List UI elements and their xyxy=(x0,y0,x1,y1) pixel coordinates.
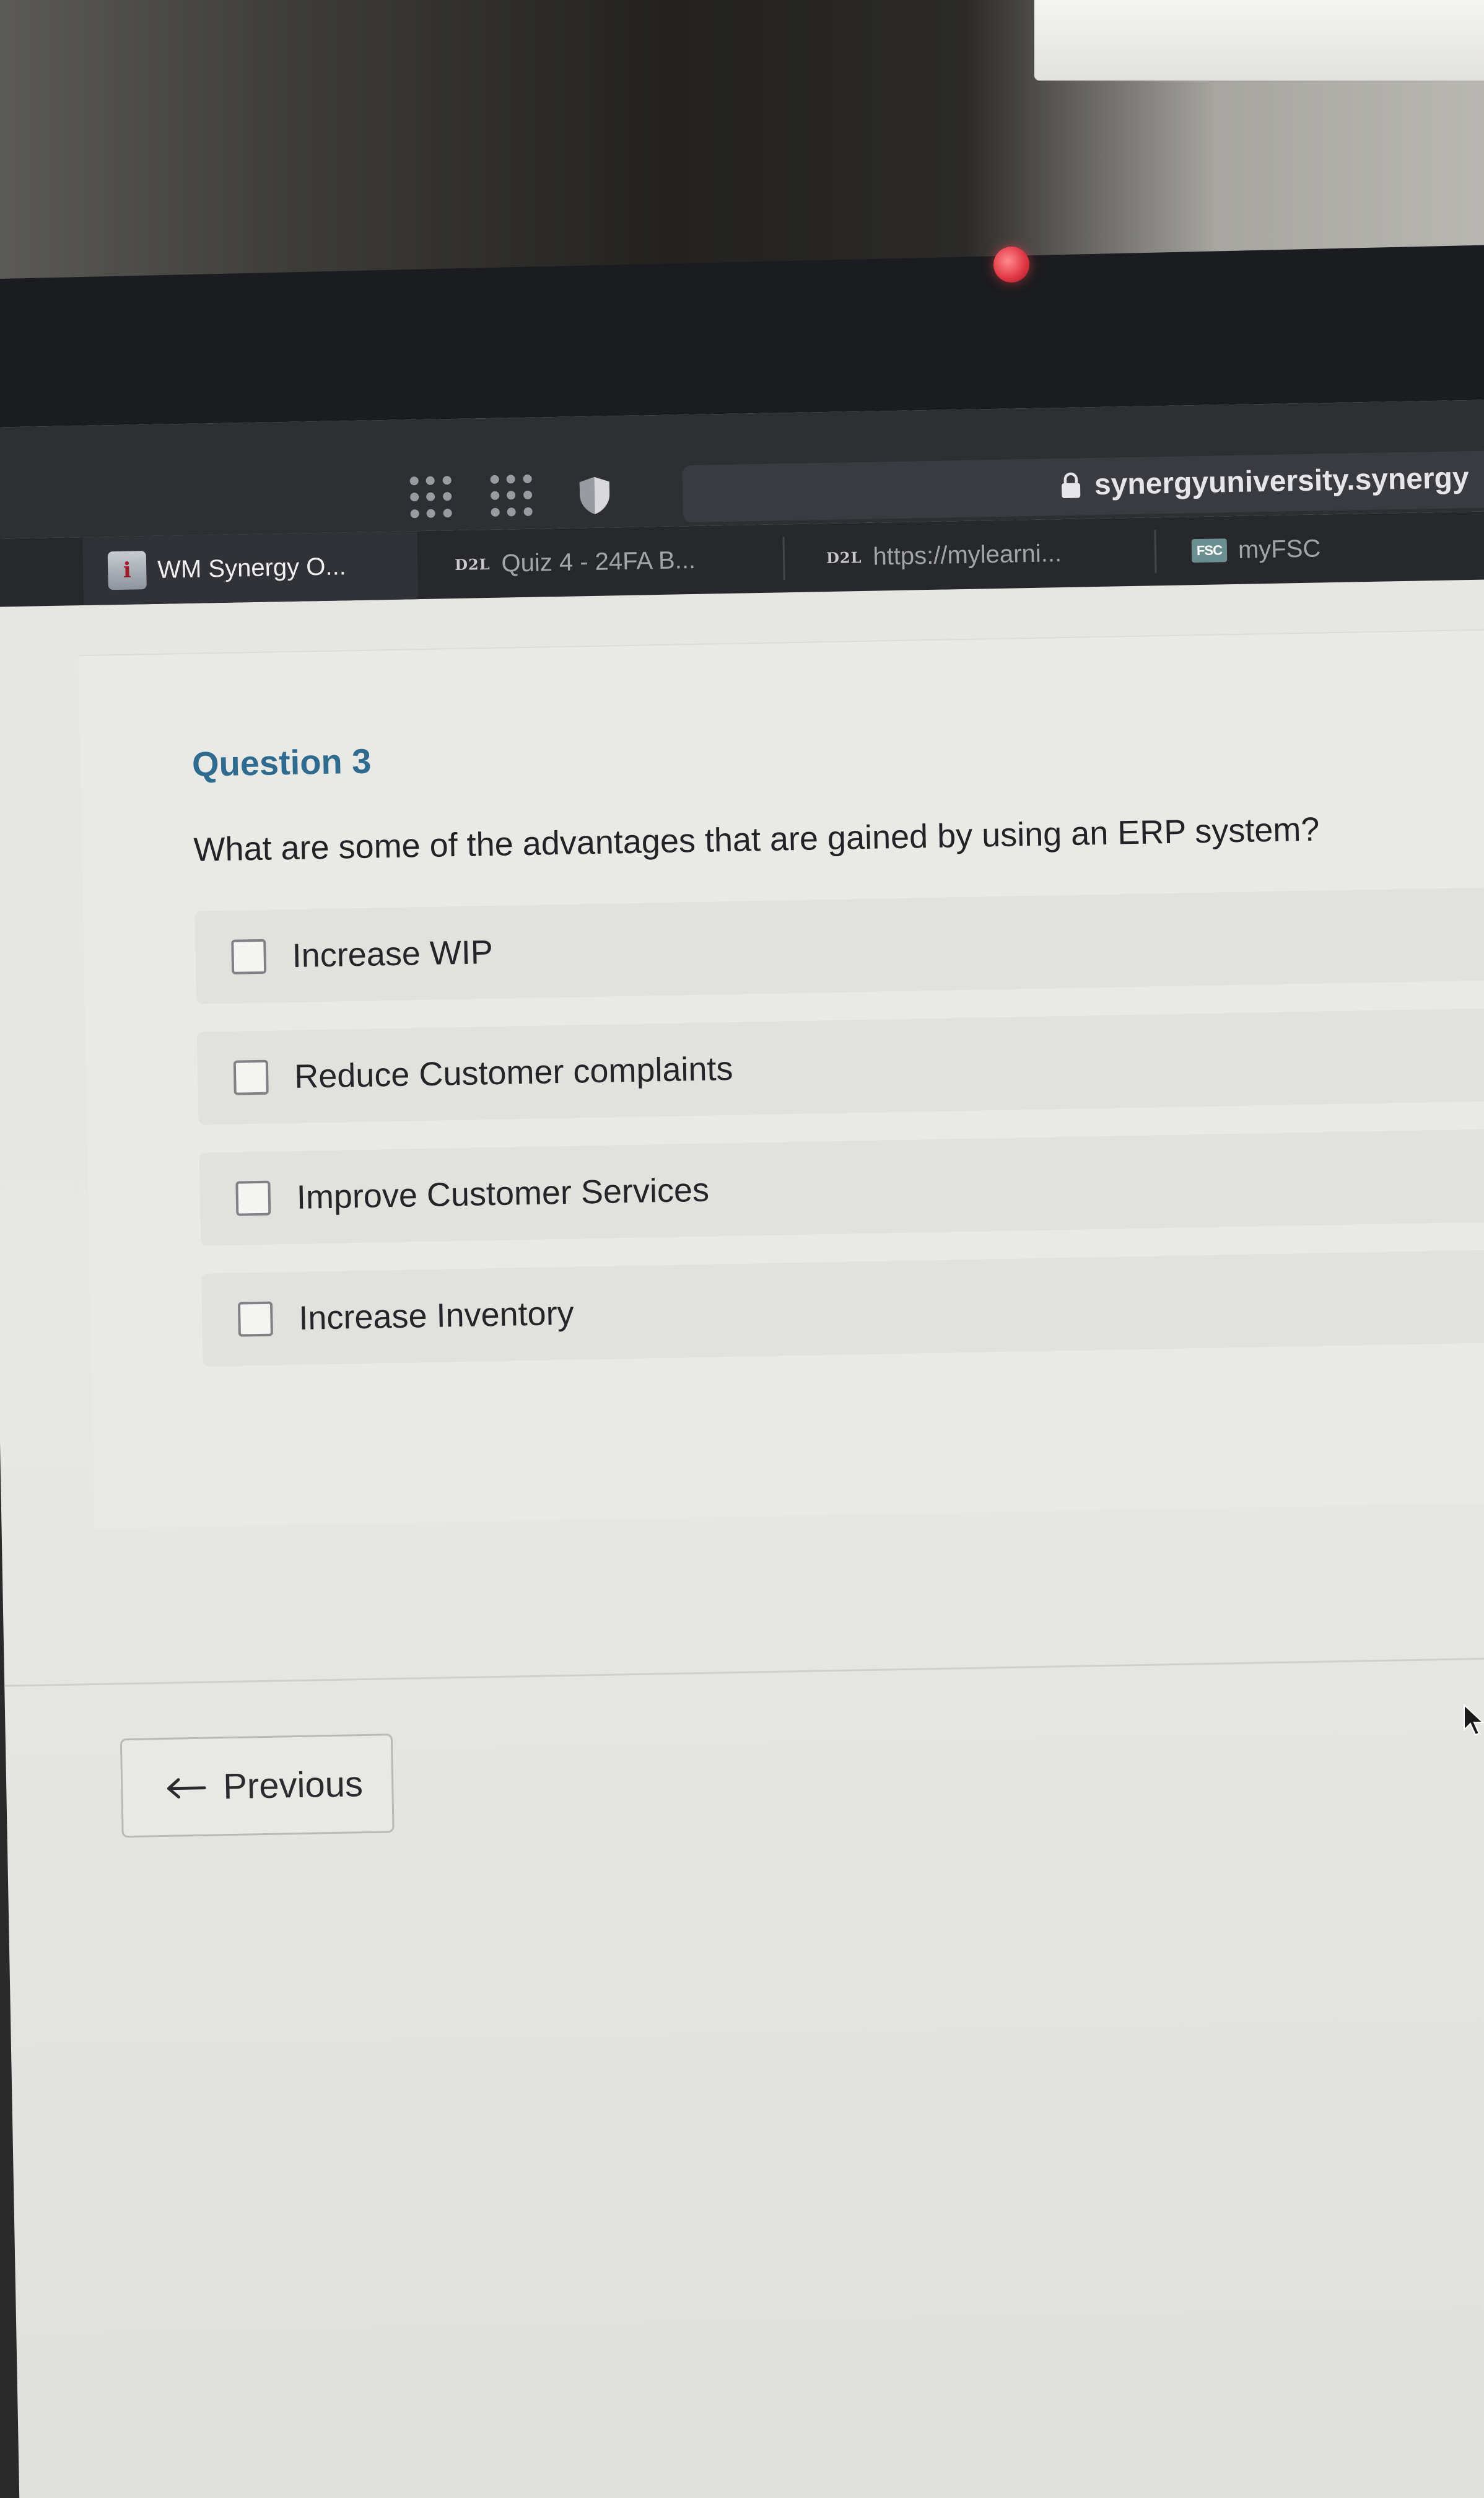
d2l-logo-icon: D2L xyxy=(826,548,862,567)
question-text: What are some of the advantages that are… xyxy=(193,810,1320,869)
wm-logo-icon: i xyxy=(107,551,147,590)
tab-mylearning[interactable]: D2L https://mylearni... xyxy=(801,518,1149,592)
answer-option[interactable]: Increase Inventory xyxy=(201,1247,1484,1367)
tab-quiz-4[interactable]: D2L Quiz 4 - 24FA B... xyxy=(429,525,777,599)
lock-icon xyxy=(1060,471,1082,502)
question-card: Question 3 What are some of the advantag… xyxy=(78,628,1484,1528)
answer-label: Improve Customer Services xyxy=(296,1171,710,1216)
tab-label: myFSC xyxy=(1237,534,1321,564)
tab-separator xyxy=(782,537,785,581)
answer-label: Increase Inventory xyxy=(298,1294,575,1337)
tab-separator xyxy=(1154,530,1157,574)
webcam-indicator-light xyxy=(993,247,1029,283)
answer-checkbox[interactable] xyxy=(237,1301,273,1337)
answer-checkbox[interactable] xyxy=(233,1059,269,1095)
arrow-left-icon xyxy=(166,1766,206,1808)
question-title: Question 3 xyxy=(191,741,372,784)
mouse-cursor-icon xyxy=(1463,1703,1484,1739)
apps-grid-icon[interactable] xyxy=(409,476,454,520)
window-glare xyxy=(1034,0,1484,81)
quiz-page: Question 3 What are some of the advantag… xyxy=(0,579,1484,2498)
answer-label: Increase WIP xyxy=(292,934,494,975)
answer-label: Reduce Customer complaints xyxy=(294,1050,734,1095)
fsc-logo-icon: FSC xyxy=(1191,538,1228,563)
url-text: synergyuniversity.synergy xyxy=(1094,462,1470,502)
d2l-logo-icon: D2L xyxy=(454,554,491,574)
answer-option[interactable]: Reduce Customer complaints xyxy=(196,1006,1484,1125)
shield-icon[interactable] xyxy=(577,475,613,519)
tab-myfsc[interactable]: FSC myFSC xyxy=(1166,511,1484,585)
content-divider xyxy=(4,1655,1484,1687)
previous-label: Previous xyxy=(222,1763,364,1807)
answer-option[interactable]: Improve Customer Services xyxy=(199,1126,1484,1246)
answer-checkbox[interactable] xyxy=(231,939,267,975)
answer-option[interactable]: Increase WIP xyxy=(194,885,1484,1004)
address-bar[interactable]: synergyuniversity.synergy xyxy=(682,449,1484,523)
tab-label: WM Synergy O... xyxy=(157,552,347,584)
tab-label: Quiz 4 - 24FA B... xyxy=(501,546,696,577)
previous-button[interactable]: Previous xyxy=(120,1733,395,1838)
answer-checkbox[interactable] xyxy=(235,1180,271,1216)
browser-screen: synergyuniversity.synergy i WM Synergy O… xyxy=(0,399,1484,2498)
tab-wm-synergy[interactable]: i WM Synergy O... xyxy=(82,531,419,606)
extensions-grid-icon[interactable] xyxy=(490,474,535,519)
tab-label: https://mylearni... xyxy=(873,539,1062,571)
